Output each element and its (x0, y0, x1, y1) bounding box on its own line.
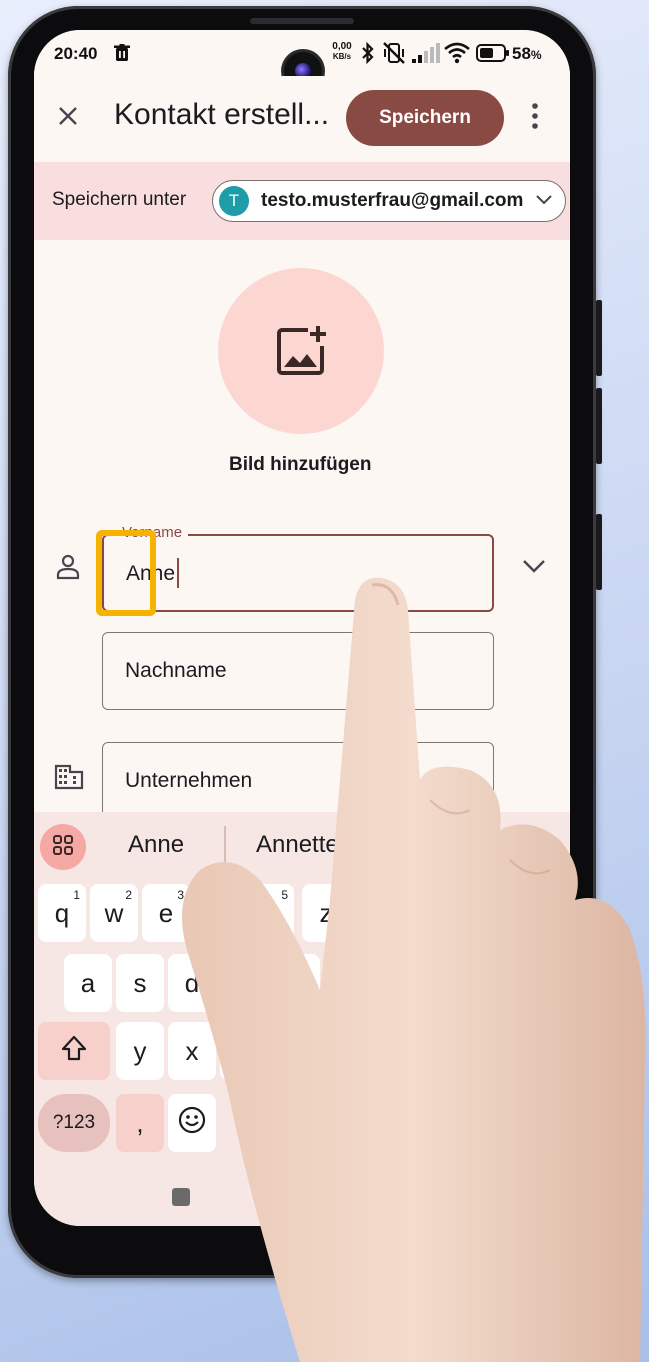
lastname-placeholder: Nachname (125, 659, 227, 682)
app-bar: Kontakt erstell... Speichern (34, 76, 570, 162)
key-a[interactable]: a (64, 954, 112, 1012)
keyboard: Anne Annette q1 w2 e3 r4 t5 z6 a s d f g… (34, 812, 570, 1226)
key-d[interactable]: d (168, 954, 216, 1012)
account-avatar: T (219, 186, 249, 216)
add-photo-button[interactable] (218, 268, 384, 434)
earpiece-speaker (250, 18, 354, 24)
key-y[interactable]: y (116, 1022, 164, 1080)
expand-name-chevron-icon[interactable] (522, 558, 546, 579)
phone-volume-down-button (596, 388, 602, 464)
key-c[interactable]: c (220, 1022, 268, 1080)
text-cursor (177, 558, 179, 588)
keyboard-apps-button[interactable] (40, 824, 86, 870)
lastname-field[interactable]: Nachname (102, 632, 494, 710)
add-photo-label: Bild hinzufügen (229, 454, 372, 475)
key-f[interactable]: f (220, 954, 268, 1012)
page-title: Kontakt erstell... (114, 98, 330, 131)
vibrate-off-icon (382, 41, 406, 70)
shift-key[interactable] (38, 1022, 110, 1080)
signal-icon (412, 43, 440, 68)
close-icon[interactable] (56, 104, 80, 133)
key-q[interactable]: q1 (38, 884, 86, 942)
more-options-icon[interactable] (530, 102, 540, 135)
phone-volume-up-button (596, 300, 602, 376)
company-placeholder: Unternehmen (125, 769, 253, 792)
save-under-bar: Speichern unter T testo.musterfrau@gmail… (34, 162, 570, 240)
key-v[interactable]: v (272, 1022, 320, 1080)
key-z[interactable]: z6 (302, 884, 350, 942)
key-t[interactable]: t5 (246, 884, 294, 942)
account-email: testo.musterfrau@gmail.com (261, 190, 524, 211)
battery-level: 58% (512, 44, 542, 63)
save-under-label: Speichern unter (52, 189, 187, 210)
bluetooth-icon (360, 41, 376, 69)
key-x[interactable]: x (168, 1022, 216, 1080)
save-button[interactable]: Speichern (346, 90, 504, 146)
trash-icon (114, 44, 130, 67)
suggestion-1[interactable]: Anne (128, 831, 184, 859)
emoji-key[interactable] (168, 1094, 216, 1152)
status-time: 20:40 (54, 44, 98, 63)
key-e[interactable]: e3 (142, 884, 190, 942)
key-g[interactable]: g (272, 954, 320, 1012)
network-speed-value: 0,00 (332, 41, 352, 52)
firstname-field[interactable]: Vorname Anne (102, 524, 494, 612)
grid-icon (52, 834, 74, 861)
phone-screen: 20:40 0,00 KB/s 58% Kontakt erstell... S… (34, 30, 570, 1226)
phone-power-button (596, 514, 602, 590)
key-w[interactable]: w2 (90, 884, 138, 942)
symbols-key[interactable]: ?123 (38, 1094, 110, 1152)
key-b[interactable]: b (326, 1022, 374, 1080)
network-speed: 0,00 KB/s (328, 42, 356, 62)
suggestion-divider (224, 826, 226, 866)
company-building-icon (54, 764, 84, 795)
account-selector[interactable]: T testo.musterfrau@gmail.com (212, 180, 566, 222)
nav-recent-apps-button[interactable] (172, 1188, 190, 1206)
company-field[interactable]: Unternehmen (102, 742, 494, 820)
key-r[interactable]: r4 (194, 884, 242, 942)
battery-icon (476, 44, 510, 67)
person-icon (56, 554, 80, 585)
network-speed-unit: KB/s (332, 52, 352, 61)
tap-highlight-box (96, 530, 156, 616)
key-s[interactable]: s (116, 954, 164, 1012)
key-h[interactable]: h (326, 954, 374, 1012)
suggestion-2[interactable]: Annette (256, 831, 339, 859)
comma-key[interactable]: , (116, 1094, 164, 1152)
wifi-icon (444, 42, 470, 69)
emoji-icon (177, 1105, 207, 1142)
chevron-down-icon (535, 193, 553, 212)
shift-icon (60, 1034, 88, 1069)
add-photo-icon (274, 324, 328, 383)
